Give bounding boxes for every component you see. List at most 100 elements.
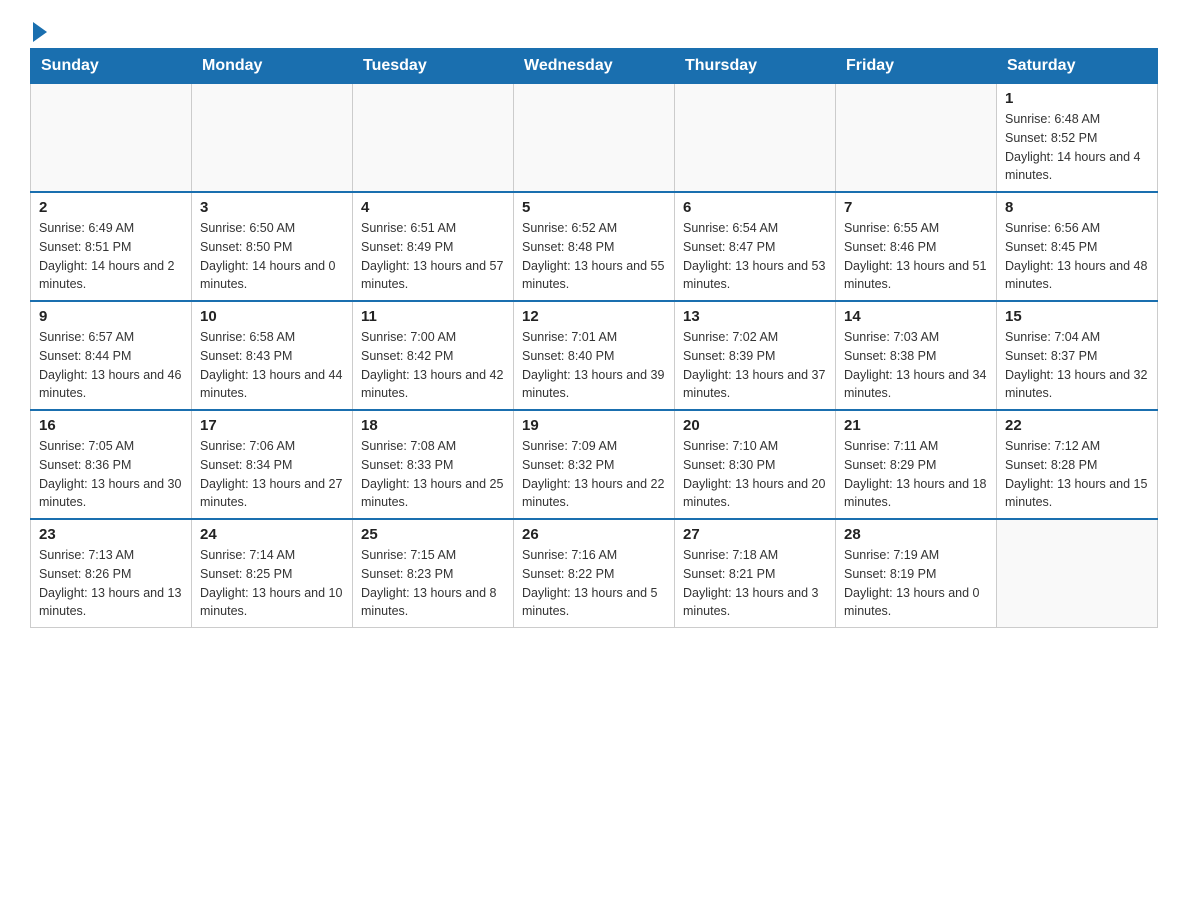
calendar-cell bbox=[31, 84, 192, 193]
day-info: Sunrise: 6:48 AMSunset: 8:52 PMDaylight:… bbox=[1005, 110, 1149, 185]
calendar-cell: 17 Sunrise: 7:06 AMSunset: 8:34 PMDayligh… bbox=[192, 410, 353, 519]
day-number: 6 bbox=[683, 199, 827, 216]
calendar-day-header: Friday bbox=[836, 49, 997, 84]
calendar-week-row: 9 Sunrise: 6:57 AMSunset: 8:44 PMDaylight… bbox=[31, 301, 1158, 410]
calendar-cell: 5Sunrise: 6:52 AMSunset: 8:48 PMDaylight… bbox=[514, 192, 675, 301]
day-info: Sunrise: 7:14 AMSunset: 8:25 PMDaylight:… bbox=[200, 546, 344, 621]
day-number: 13 bbox=[683, 308, 827, 325]
calendar-cell: 27 Sunrise: 7:18 AMSunset: 8:21 PMDayligh… bbox=[675, 519, 836, 628]
logo bbox=[30, 20, 47, 38]
day-info: Sunrise: 7:12 AMSunset: 8:28 PMDaylight:… bbox=[1005, 437, 1149, 512]
calendar-day-header: Thursday bbox=[675, 49, 836, 84]
day-info: Sunrise: 7:08 AMSunset: 8:33 PMDaylight:… bbox=[361, 437, 505, 512]
calendar-cell: 3 Sunrise: 6:50 AMSunset: 8:50 PMDaylight… bbox=[192, 192, 353, 301]
calendar-cell: 22 Sunrise: 7:12 AMSunset: 8:28 PMDayligh… bbox=[997, 410, 1158, 519]
day-number: 2 bbox=[39, 199, 183, 216]
day-number: 24 bbox=[200, 526, 344, 543]
calendar-cell: 18 Sunrise: 7:08 AMSunset: 8:33 PMDayligh… bbox=[353, 410, 514, 519]
day-number: 22 bbox=[1005, 417, 1149, 434]
day-number: 7 bbox=[844, 199, 988, 216]
day-info: Sunrise: 7:19 AMSunset: 8:19 PMDaylight:… bbox=[844, 546, 988, 621]
day-info: Sunrise: 7:00 AMSunset: 8:42 PMDaylight:… bbox=[361, 328, 505, 403]
calendar-cell bbox=[997, 519, 1158, 628]
calendar-week-row: 23 Sunrise: 7:13 AMSunset: 8:26 PMDayligh… bbox=[31, 519, 1158, 628]
day-info: Sunrise: 6:55 AMSunset: 8:46 PMDaylight:… bbox=[844, 219, 988, 294]
day-number: 17 bbox=[200, 417, 344, 434]
day-number: 26 bbox=[522, 526, 666, 543]
calendar-cell bbox=[675, 84, 836, 193]
calendar-cell: 12 Sunrise: 7:01 AMSunset: 8:40 PMDayligh… bbox=[514, 301, 675, 410]
day-number: 25 bbox=[361, 526, 505, 543]
day-number: 28 bbox=[844, 526, 988, 543]
day-number: 20 bbox=[683, 417, 827, 434]
calendar-cell: 10 Sunrise: 6:58 AMSunset: 8:43 PMDayligh… bbox=[192, 301, 353, 410]
logo-arrow-icon bbox=[33, 22, 47, 42]
day-info: Sunrise: 7:11 AMSunset: 8:29 PMDaylight:… bbox=[844, 437, 988, 512]
day-info: Sunrise: 6:58 AMSunset: 8:43 PMDaylight:… bbox=[200, 328, 344, 403]
day-number: 16 bbox=[39, 417, 183, 434]
day-info: Sunrise: 6:54 AMSunset: 8:47 PMDaylight:… bbox=[683, 219, 827, 294]
day-number: 21 bbox=[844, 417, 988, 434]
day-info: Sunrise: 7:03 AMSunset: 8:38 PMDaylight:… bbox=[844, 328, 988, 403]
day-info: Sunrise: 7:18 AMSunset: 8:21 PMDaylight:… bbox=[683, 546, 827, 621]
calendar-day-header: Saturday bbox=[997, 49, 1158, 84]
day-number: 1 bbox=[1005, 90, 1149, 107]
day-number: 15 bbox=[1005, 308, 1149, 325]
calendar-week-row: 1 Sunrise: 6:48 AMSunset: 8:52 PMDaylight… bbox=[31, 84, 1158, 193]
calendar-cell: 1 Sunrise: 6:48 AMSunset: 8:52 PMDaylight… bbox=[997, 84, 1158, 193]
calendar-cell: 15Sunrise: 7:04 AMSunset: 8:37 PMDayligh… bbox=[997, 301, 1158, 410]
calendar-cell: 21 Sunrise: 7:11 AMSunset: 8:29 PMDayligh… bbox=[836, 410, 997, 519]
calendar-day-header: Monday bbox=[192, 49, 353, 84]
calendar-cell: 24 Sunrise: 7:14 AMSunset: 8:25 PMDayligh… bbox=[192, 519, 353, 628]
calendar-cell bbox=[192, 84, 353, 193]
day-number: 19 bbox=[522, 417, 666, 434]
day-number: 18 bbox=[361, 417, 505, 434]
day-number: 8 bbox=[1005, 199, 1149, 216]
day-info: Sunrise: 7:13 AMSunset: 8:26 PMDaylight:… bbox=[39, 546, 183, 621]
day-number: 23 bbox=[39, 526, 183, 543]
calendar-cell: 20 Sunrise: 7:10 AMSunset: 8:30 PMDayligh… bbox=[675, 410, 836, 519]
calendar-cell: 4 Sunrise: 6:51 AMSunset: 8:49 PMDaylight… bbox=[353, 192, 514, 301]
day-info: Sunrise: 6:56 AMSunset: 8:45 PMDaylight:… bbox=[1005, 219, 1149, 294]
day-info: Sunrise: 6:49 AMSunset: 8:51 PMDaylight:… bbox=[39, 219, 183, 294]
day-number: 4 bbox=[361, 199, 505, 216]
calendar-cell: 28 Sunrise: 7:19 AMSunset: 8:19 PMDayligh… bbox=[836, 519, 997, 628]
day-info: Sunrise: 7:15 AMSunset: 8:23 PMDaylight:… bbox=[361, 546, 505, 621]
calendar-cell: 9 Sunrise: 6:57 AMSunset: 8:44 PMDaylight… bbox=[31, 301, 192, 410]
day-number: 12 bbox=[522, 308, 666, 325]
calendar-cell bbox=[353, 84, 514, 193]
calendar-day-header: Wednesday bbox=[514, 49, 675, 84]
calendar-table: SundayMondayTuesdayWednesdayThursdayFrid… bbox=[30, 48, 1158, 628]
calendar-header-row: SundayMondayTuesdayWednesdayThursdayFrid… bbox=[31, 49, 1158, 84]
day-info: Sunrise: 6:57 AMSunset: 8:44 PMDaylight:… bbox=[39, 328, 183, 403]
calendar-cell: 25 Sunrise: 7:15 AMSunset: 8:23 PMDayligh… bbox=[353, 519, 514, 628]
day-info: Sunrise: 7:05 AMSunset: 8:36 PMDaylight:… bbox=[39, 437, 183, 512]
calendar-cell bbox=[514, 84, 675, 193]
calendar-cell: 8 Sunrise: 6:56 AMSunset: 8:45 PMDaylight… bbox=[997, 192, 1158, 301]
day-number: 27 bbox=[683, 526, 827, 543]
calendar-cell: 19 Sunrise: 7:09 AMSunset: 8:32 PMDayligh… bbox=[514, 410, 675, 519]
day-number: 14 bbox=[844, 308, 988, 325]
day-number: 3 bbox=[200, 199, 344, 216]
calendar-cell: 13 Sunrise: 7:02 AMSunset: 8:39 PMDayligh… bbox=[675, 301, 836, 410]
day-info: Sunrise: 6:50 AMSunset: 8:50 PMDaylight:… bbox=[200, 219, 344, 294]
calendar-cell: 23 Sunrise: 7:13 AMSunset: 8:26 PMDayligh… bbox=[31, 519, 192, 628]
day-number: 11 bbox=[361, 308, 505, 325]
calendar-cell: 14 Sunrise: 7:03 AMSunset: 8:38 PMDayligh… bbox=[836, 301, 997, 410]
day-info: Sunrise: 6:51 AMSunset: 8:49 PMDaylight:… bbox=[361, 219, 505, 294]
day-number: 10 bbox=[200, 308, 344, 325]
calendar-cell: 16 Sunrise: 7:05 AMSunset: 8:36 PMDayligh… bbox=[31, 410, 192, 519]
calendar-cell: 6 Sunrise: 6:54 AMSunset: 8:47 PMDaylight… bbox=[675, 192, 836, 301]
calendar-cell: 11 Sunrise: 7:00 AMSunset: 8:42 PMDayligh… bbox=[353, 301, 514, 410]
day-info: Sunrise: 7:10 AMSunset: 8:30 PMDaylight:… bbox=[683, 437, 827, 512]
calendar-cell: 2 Sunrise: 6:49 AMSunset: 8:51 PMDaylight… bbox=[31, 192, 192, 301]
day-info: Sunrise: 7:06 AMSunset: 8:34 PMDaylight:… bbox=[200, 437, 344, 512]
day-info: Sunrise: 7:16 AMSunset: 8:22 PMDaylight:… bbox=[522, 546, 666, 621]
day-info: Sunrise: 7:09 AMSunset: 8:32 PMDaylight:… bbox=[522, 437, 666, 512]
day-info: Sunrise: 7:01 AMSunset: 8:40 PMDaylight:… bbox=[522, 328, 666, 403]
day-number: 9 bbox=[39, 308, 183, 325]
day-number: 5 bbox=[522, 199, 666, 216]
calendar-week-row: 16 Sunrise: 7:05 AMSunset: 8:36 PMDayligh… bbox=[31, 410, 1158, 519]
calendar-cell: 26 Sunrise: 7:16 AMSunset: 8:22 PMDayligh… bbox=[514, 519, 675, 628]
day-info: Sunrise: 7:02 AMSunset: 8:39 PMDaylight:… bbox=[683, 328, 827, 403]
